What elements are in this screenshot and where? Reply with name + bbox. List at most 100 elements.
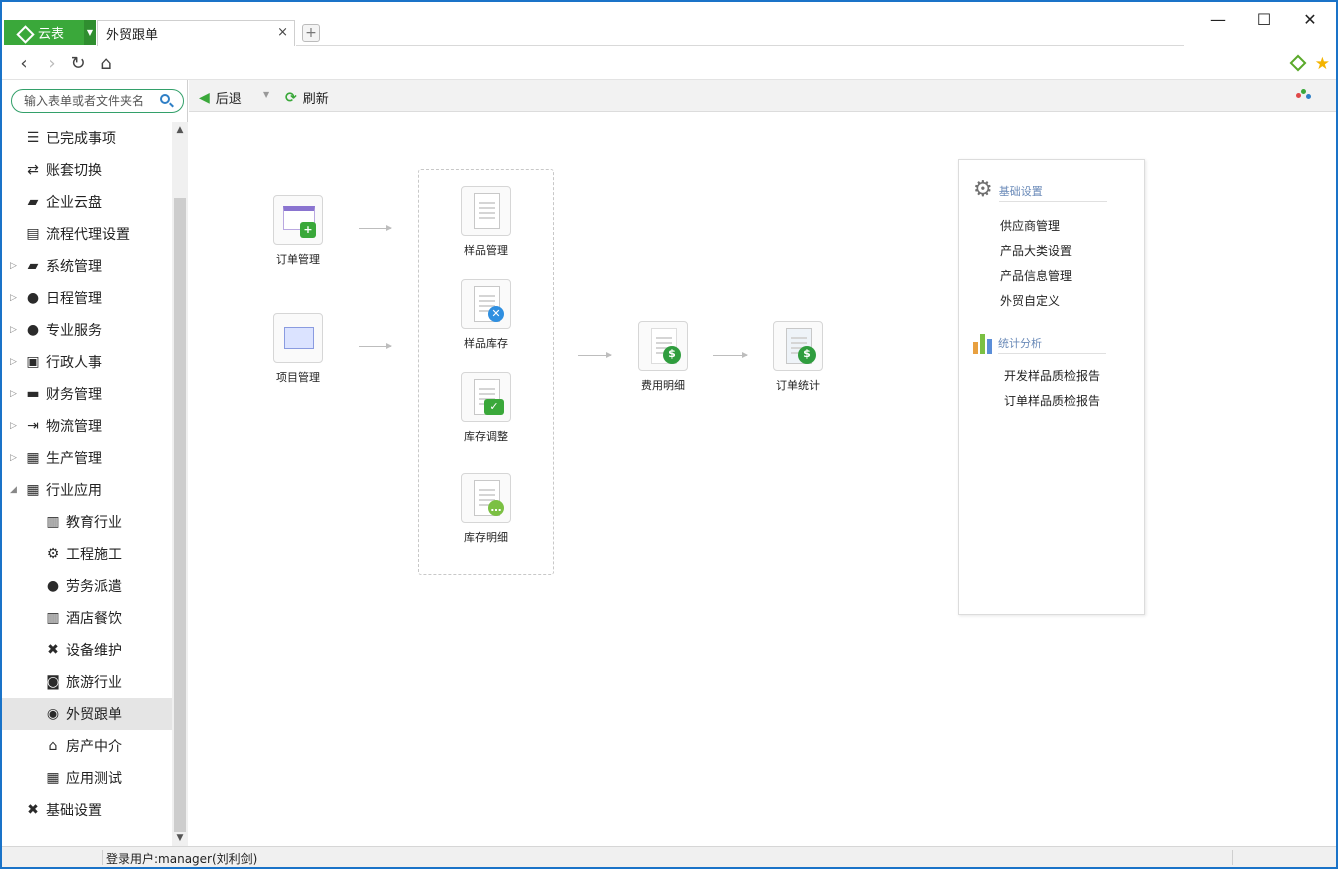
sidebar: ☰ 已完成事项 ⇄ 账套切换 ▰ 企业云盘 ▤ 流程代理设置 ▷ ▰ 系统管理 …: [2, 80, 188, 846]
link-product-category[interactable]: 产品大类设置: [1000, 242, 1072, 259]
link-order-sample-report[interactable]: 订单样品质检报告: [1004, 392, 1100, 409]
search-icon[interactable]: [160, 94, 170, 104]
sidebar-item-professional[interactable]: ▷ ● 专业服务: [2, 314, 172, 346]
sidebar-item-label: 财务管理: [46, 387, 102, 403]
back-arrow-icon: ◀: [199, 89, 210, 106]
expand-arrow-icon[interactable]: ▷: [10, 261, 17, 271]
theme-icon[interactable]: [1296, 89, 1312, 103]
favorite-star-icon[interactable]: ★: [1315, 54, 1330, 74]
sidebar-item-maintenance[interactable]: ✖ 设备维护: [2, 634, 172, 666]
node-label: 订单统计: [776, 379, 820, 392]
flow-node-stock-detail[interactable]: … 库存明细: [436, 473, 536, 545]
stock-detail-icon: …: [461, 473, 511, 523]
sample-mgmt-icon: [461, 186, 511, 236]
node-label: 费用明细: [641, 379, 685, 392]
sidebar-item-hotel[interactable]: ▥ 酒店餐饮: [2, 602, 172, 634]
link-supplier-mgmt[interactable]: 供应商管理: [1000, 217, 1060, 234]
sidebar-item-proxy-settings[interactable]: ▤ 流程代理设置: [2, 218, 172, 250]
grid-icon: ▦: [26, 482, 40, 498]
expand-arrow-icon[interactable]: ▷: [10, 325, 17, 335]
statistics-title: 统计分析: [998, 335, 1106, 354]
building-icon: ▥: [46, 610, 60, 626]
flow-node-project-mgmt[interactable]: 项目管理: [248, 313, 348, 385]
link-product-info[interactable]: 产品信息管理: [1000, 267, 1072, 284]
sidebar-item-education[interactable]: ▥ 教育行业: [2, 506, 172, 538]
sidebar-item-logistics[interactable]: ▷ ⇥ 物流管理: [2, 410, 172, 442]
sidebar-item-label: 外贸跟单: [66, 707, 122, 723]
list-icon: ☰: [26, 130, 40, 146]
app-menu-button[interactable]: 云表: [4, 20, 84, 45]
forward-arrow-icon[interactable]: ›: [42, 54, 62, 74]
scroll-down-icon[interactable]: ▼: [172, 830, 188, 846]
back-arrow-icon[interactable]: ‹: [14, 54, 34, 74]
flow-node-order-mgmt[interactable]: + 订单管理: [248, 195, 348, 267]
sidebar-item-cloud-disk[interactable]: ▰ 企业云盘: [2, 186, 172, 218]
gear-icon: ⚙: [973, 177, 993, 202]
app-dropdown-icon[interactable]: ▼: [84, 20, 96, 45]
expand-arrow-icon[interactable]: ▷: [10, 293, 17, 303]
sidebar-item-account-switch[interactable]: ⇄ 账套切换: [2, 154, 172, 186]
gear-icon: ⚙: [46, 546, 60, 562]
flow-node-expense-detail[interactable]: $ 费用明细: [613, 321, 713, 393]
tools-icon: ✖: [27, 802, 39, 818]
sidebar-item-basic-settings[interactable]: ✖ 基础设置: [2, 794, 172, 826]
flow-node-sample-mgmt[interactable]: 样品管理: [436, 186, 536, 258]
search-input[interactable]: [11, 89, 184, 113]
expand-arrow-icon[interactable]: ▷: [10, 453, 17, 463]
minimize-button[interactable]: —: [1208, 10, 1228, 30]
maximize-button[interactable]: ☐: [1254, 10, 1274, 30]
scrollbar-thumb[interactable]: [174, 198, 186, 832]
sidebar-item-schedule[interactable]: ▷ ● 日程管理: [2, 282, 172, 314]
collapse-arrow-icon[interactable]: ◢: [10, 485, 17, 495]
back-history-dropdown-icon[interactable]: ▼: [263, 90, 269, 99]
tab-label: 外贸跟单: [106, 28, 159, 43]
bar-chart-icon: [973, 332, 992, 354]
sidebar-item-app-test[interactable]: ▦ 应用测试: [2, 762, 172, 794]
scroll-up-icon[interactable]: ▲: [172, 122, 188, 138]
sidebar-item-admin-hr[interactable]: ▷ ▣ 行政人事: [2, 346, 172, 378]
sidebar-item-labor[interactable]: ● 劳务派遣: [2, 570, 172, 602]
sidebar-scrollbar[interactable]: ▲ ▼: [172, 122, 188, 846]
sidebar-item-system[interactable]: ▷ ▰ 系统管理: [2, 250, 172, 282]
home-icon: ⌂: [48, 738, 58, 754]
node-label: 库存明细: [464, 531, 508, 544]
expand-arrow-icon[interactable]: ▷: [10, 357, 17, 367]
sidebar-item-construction[interactable]: ⚙ 工程施工: [2, 538, 172, 570]
expand-arrow-icon[interactable]: ▷: [10, 421, 17, 431]
back-button[interactable]: ◀ 后退: [199, 88, 242, 108]
basic-settings-title: 基础设置: [998, 183, 1107, 202]
expand-arrow-icon[interactable]: ▷: [10, 389, 17, 399]
home-icon[interactable]: ⌂: [96, 54, 116, 74]
flow-node-order-stats[interactable]: $ 订单统计: [748, 321, 848, 393]
link-dev-sample-report[interactable]: 开发样品质检报告: [1004, 367, 1100, 384]
close-button[interactable]: ✕: [1300, 10, 1320, 30]
tab-active[interactable]: 外贸跟单 ×: [97, 20, 295, 46]
sidebar-item-production[interactable]: ▷ ▦ 生产管理: [2, 442, 172, 474]
sidebar-item-completed[interactable]: ☰ 已完成事项: [2, 122, 172, 154]
project-mgmt-icon: [273, 313, 323, 363]
node-label: 库存调整: [464, 430, 508, 443]
sidebar-item-label: 流程代理设置: [46, 227, 130, 243]
sidebar-item-foreign-trade[interactable]: ◉ 外贸跟单: [2, 698, 172, 730]
folder-icon: ▰: [27, 194, 39, 210]
tab-close-icon[interactable]: ×: [277, 25, 288, 40]
bag-icon: ◙: [46, 674, 60, 690]
app-logo-icon: [16, 25, 32, 41]
sidebar-item-finance[interactable]: ▷ ▬ 财务管理: [2, 378, 172, 410]
back-label: 后退: [215, 92, 242, 107]
sidebar-item-label: 应用测试: [66, 771, 122, 787]
status-bar: 登录用户:manager(刘利剑): [2, 846, 1336, 867]
reload-icon[interactable]: ↻: [68, 54, 88, 74]
flow-node-sample-stock[interactable]: ✕ 样品库存: [436, 279, 536, 351]
sidebar-item-real-estate[interactable]: ⌂ 房产中介: [2, 730, 172, 762]
node-label: 订单管理: [276, 253, 320, 266]
new-tab-button[interactable]: +: [302, 24, 320, 42]
sidebar-item-label: 劳务派遣: [66, 579, 122, 595]
flow-node-stock-adjust[interactable]: ✓ 库存调整: [436, 372, 536, 444]
diamond-icon[interactable]: [1289, 54, 1307, 72]
sidebar-item-label: 酒店餐饮: [66, 611, 122, 627]
sidebar-item-travel[interactable]: ◙ 旅游行业: [2, 666, 172, 698]
refresh-button[interactable]: ⟳ 刷新: [285, 88, 329, 108]
sidebar-item-industry[interactable]: ◢ ▦ 行业应用: [2, 474, 172, 506]
link-trade-custom[interactable]: 外贸自定义: [1000, 292, 1060, 309]
